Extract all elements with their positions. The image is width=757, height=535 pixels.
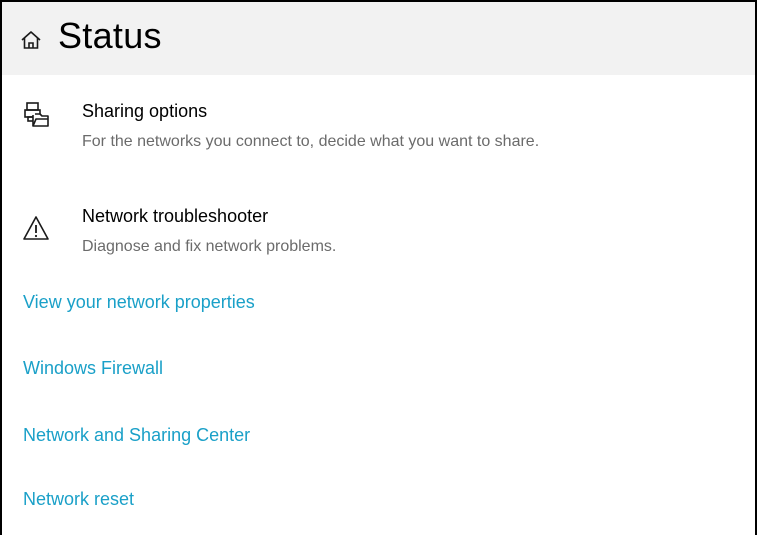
sharing-options-description: For the networks you connect to, decide … <box>82 133 540 150</box>
warning-icon <box>23 216 49 240</box>
sharing-options-title: Sharing options <box>82 101 208 121</box>
network-troubleshooter-description: Diagnose and fix network problems. <box>82 238 337 255</box>
view-network-properties-link[interactable]: View your network properties <box>23 292 255 313</box>
network-reset-link[interactable]: Network reset <box>23 489 134 510</box>
page-header: Status <box>2 2 755 75</box>
home-icon[interactable] <box>20 29 42 51</box>
network-and-sharing-center-link[interactable]: Network and Sharing Center <box>23 425 250 446</box>
sharing-options-icon <box>24 102 49 127</box>
windows-firewall-link[interactable]: Windows Firewall <box>23 358 163 379</box>
page-title: Status <box>58 15 162 56</box>
network-troubleshooter-title: Network troubleshooter <box>82 206 269 226</box>
settings-window: Status Sharing options For the networks … <box>0 0 757 535</box>
sharing-options-item[interactable]: Sharing options For the networks you con… <box>2 97 755 169</box>
network-troubleshooter-item[interactable]: Network troubleshooter Diagnose and fix … <box>2 202 755 270</box>
